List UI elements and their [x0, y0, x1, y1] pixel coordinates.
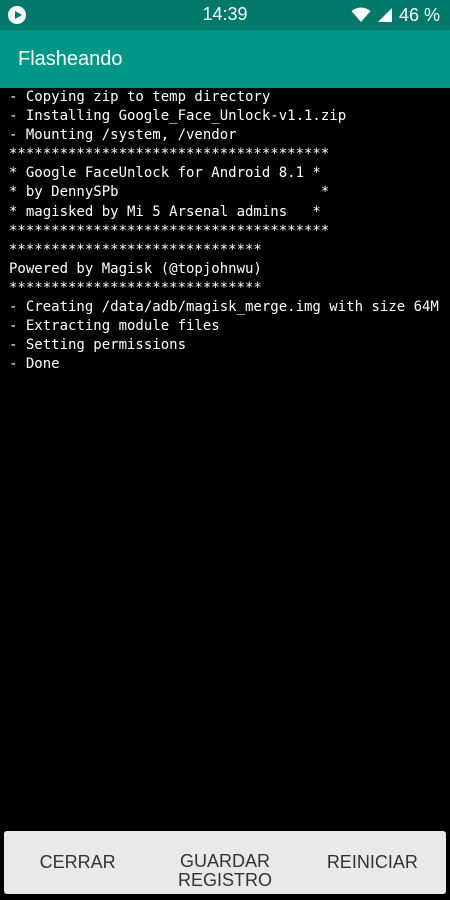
console-line: ******************************: [9, 241, 262, 258]
console-line: - Copying zip to temp directory: [9, 89, 271, 105]
console-line: - Mounting /system, /vendor: [9, 127, 237, 144]
console-line: - Installing Google_Face_Unlock-v1.1.zip: [9, 108, 347, 125]
close-button[interactable]: CERRAR: [4, 831, 151, 894]
console-line: **************************************: [9, 146, 330, 163]
console-line: ******************************: [9, 279, 262, 296]
console-line: * Google FaceUnlock for Android 8.1 *: [9, 165, 321, 182]
console-line: - Done: [9, 356, 60, 373]
app-toolbar: Flasheando: [0, 30, 450, 88]
console-output: - Copying zip to temp directory - Install…: [9, 88, 445, 374]
save-log-button[interactable]: GUARDAR REGISTRO: [151, 831, 298, 894]
toolbar-title: Flasheando: [18, 47, 123, 70]
console-line: Powered by Magisk (@topjohnwu): [9, 260, 262, 277]
status-right: 46 %: [351, 5, 440, 26]
console-line: - Extracting module files: [9, 318, 220, 335]
status-left: [8, 6, 128, 24]
play-circle-icon: [8, 6, 26, 24]
console-line: **************************************: [9, 222, 330, 239]
battery-percentage: 46 %: [398, 4, 440, 25]
console-line: * magisked by Mi 5 Arsenal admins *: [9, 203, 321, 220]
reboot-button[interactable]: REINICIAR: [299, 831, 446, 894]
console-line: - Setting permissions: [9, 337, 187, 354]
footer-button-bar: CERRAR GUARDAR REGISTRO REINICIAR: [4, 831, 446, 894]
status-bar: 14:39 46 %: [0, 0, 450, 30]
console-line: - Creating /data/adb/magisk_merge.img wi…: [9, 299, 439, 316]
wifi-icon: [351, 7, 371, 23]
console-line: * by DennySPb *: [9, 184, 330, 201]
cellular-signal-icon: [377, 7, 393, 23]
